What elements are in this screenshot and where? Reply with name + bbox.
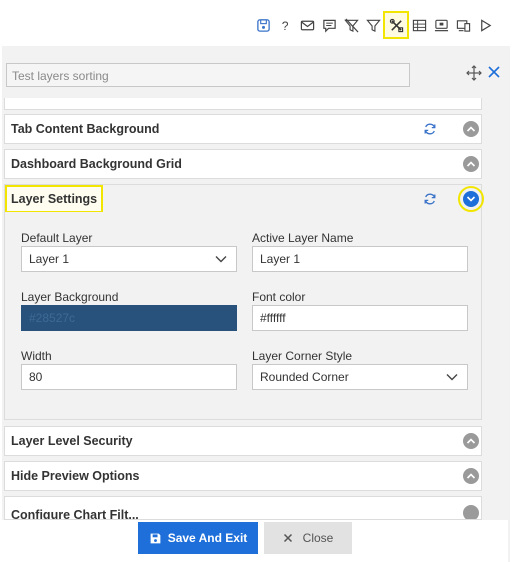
default-layer-select[interactable]: Layer 1 [21,246,237,272]
section-title: Tab Content Background [11,122,160,136]
active-layer-name-label: Active Layer Name [252,231,354,245]
screen-icon[interactable] [430,13,452,37]
layer-settings-body: Default Layer Layer 1 Active Layer Name … [4,212,482,420]
save-icon[interactable] [252,13,274,37]
tools-icon[interactable] [383,11,409,39]
filter-icon[interactable] [362,13,384,37]
responsive-icon[interactable] [452,13,474,37]
refresh-icon[interactable] [423,122,437,136]
comment-icon[interactable] [318,13,340,37]
corner-style-select[interactable]: Rounded Corner [252,364,468,390]
section-title: Hide Preview Options [11,469,140,483]
corner-style-label: Layer Corner Style [252,349,353,363]
accordion-layer-settings[interactable]: Layer Settings [4,184,484,214]
table-icon[interactable] [408,13,430,37]
chevron-up-icon[interactable] [463,468,479,484]
clear-filter-icon[interactable] [340,13,362,37]
section-title: Dashboard Background Grid [11,157,182,171]
search-input[interactable]: Test layers sorting [6,63,410,87]
close-icon[interactable] [487,65,501,79]
font-color-value: #ffffff [260,311,286,325]
default-layer-label: Default Layer [21,231,93,245]
accordion-tab-content-background[interactable]: Tab Content Background [4,114,482,144]
chevron-up-icon[interactable] [463,121,479,137]
save-and-exit-button[interactable]: Save And Exit [138,522,258,554]
width-value: 80 [29,370,43,384]
email-icon[interactable] [296,13,318,37]
chevron-down-icon [446,374,458,381]
refresh-icon[interactable] [423,192,437,206]
footer-bar: Save And Exit Close [0,520,508,562]
active-layer-name-field[interactable]: Layer 1 [252,246,468,272]
move-icon[interactable] [466,65,482,81]
font-color-label: Font color [252,290,306,304]
chevron-down-icon[interactable] [458,186,484,212]
close-button[interactable]: Close [264,522,352,554]
default-layer-value: Layer 1 [29,252,70,266]
accordion-hide-preview-options[interactable]: Hide Preview Options [4,461,482,491]
chevron-up-icon[interactable] [463,156,479,172]
layer-background-label: Layer Background [21,290,119,304]
close-label: Close [302,531,334,545]
close-icon [283,533,292,543]
chevron-down-icon [215,256,227,263]
section-title: Configure Chart Filt... [11,508,139,520]
section-title: Layer Level Security [11,434,133,448]
width-label: Width [21,349,52,363]
help-icon[interactable]: ? [274,13,296,37]
accordion-row-hidden [4,98,482,110]
svg-text:?: ? [281,19,288,33]
corner-style-value: Rounded Corner [260,370,349,384]
active-layer-name-value: Layer 1 [260,252,301,266]
save-icon [150,533,161,543]
accordion-dashboard-background-grid[interactable]: Dashboard Background Grid [4,149,482,179]
chevron-up-icon[interactable] [463,433,479,449]
settings-panel: Test layers sorting Tab Content Backgrou… [2,46,510,562]
width-field[interactable]: 80 [21,364,237,390]
accordion-layer-level-security[interactable]: Layer Level Security [4,426,482,456]
chevron-up-icon[interactable] [463,505,479,519]
layer-background-value: #28527c [29,311,76,325]
layer-background-color-field[interactable]: #28527c [21,305,237,331]
play-icon[interactable] [474,13,496,37]
accordion-configure-chart-filter[interactable]: Configure Chart Filt... [4,496,482,520]
font-color-field[interactable]: #ffffff [252,305,468,331]
top-toolbar: ? [250,11,500,39]
save-label: Save And Exit [167,531,248,545]
section-title: Layer Settings [4,185,104,213]
